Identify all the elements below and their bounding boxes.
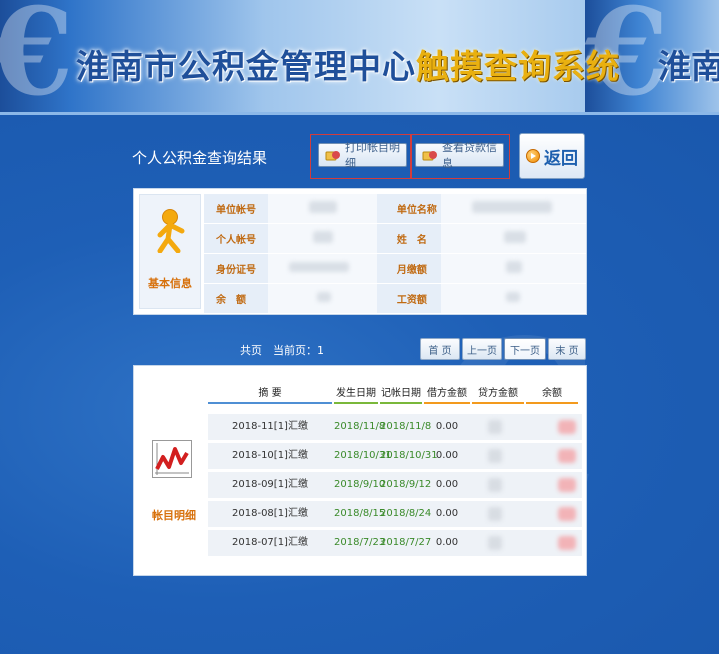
basic-info-table: 单位帐号 单位名称 个人帐号 姓 名 身份证号 月缴额 余 额 工资额	[204, 194, 586, 314]
account-details-sidebar: 帐目明细	[140, 382, 208, 560]
basic-info-label: 基本信息	[148, 277, 192, 290]
table-row: 2018-09[1]汇缴 2018/9/10 2018/9/12 0.00	[208, 472, 582, 501]
row-debit: 0.00	[435, 537, 459, 548]
row-post-date: 2018/10/31	[380, 450, 438, 461]
info-value	[267, 223, 377, 254]
col-debit: 借方金额	[424, 384, 470, 404]
account-details-label: 帐目明细	[152, 509, 196, 522]
info-value	[441, 283, 586, 314]
title-org: 淮南市公积金管理中心	[76, 47, 416, 86]
info-label: 余 额	[204, 283, 268, 314]
back-arrow-icon	[526, 149, 540, 163]
last-page-button[interactable]: 末 页	[548, 338, 586, 360]
prev-page-button[interactable]: 上一页	[462, 338, 502, 360]
info-label: 单位帐号	[204, 194, 268, 224]
row-credit	[488, 420, 502, 434]
row-summary: 2018-08[1]汇缴	[232, 508, 308, 519]
next-page-button[interactable]: 下一页	[504, 338, 546, 360]
info-value	[441, 194, 586, 224]
print-icon	[325, 149, 341, 161]
info-value	[267, 194, 377, 224]
info-row: 身份证号 月缴额	[204, 253, 586, 284]
basic-info-sidebar: 基本信息	[139, 194, 201, 309]
row-post-date: 2018/7/27	[380, 537, 432, 548]
row-credit	[488, 507, 502, 521]
print-details-button[interactable]: 打印帐目明细	[318, 141, 407, 170]
row-summary: 2018-11[1]汇缴	[232, 421, 308, 432]
row-post-date: 2018/8/24	[380, 508, 432, 519]
page-title-repeat: 淮南市	[658, 47, 719, 86]
col-balance: 余额	[526, 384, 578, 404]
info-value	[267, 253, 377, 284]
table-row: 2018-08[1]汇缴 2018/8/15 2018/8/24 0.00	[208, 501, 582, 530]
row-occur-date: 2018/7/23	[334, 537, 386, 548]
row-occur-date: 2018/11/8	[334, 421, 386, 432]
row-balance	[558, 420, 576, 434]
info-row: 单位帐号 单位名称	[204, 194, 586, 224]
info-label: 单位名称	[376, 194, 442, 224]
info-row: 个人帐号 姓 名	[204, 223, 586, 254]
row-debit: 0.00	[435, 450, 459, 461]
loan-icon	[422, 149, 438, 161]
section-title: 个人公积金查询结果	[132, 149, 268, 167]
info-row: 余 额 工资额	[204, 283, 586, 314]
row-debit: 0.00	[435, 508, 459, 519]
row-summary: 2018-09[1]汇缴	[232, 479, 308, 490]
row-debit: 0.00	[435, 479, 459, 490]
col-summary: 摘 要	[208, 384, 332, 404]
table-row: 2018-07[1]汇缴 2018/7/23 2018/7/27 0.00	[208, 530, 582, 559]
print-details-label: 打印帐目明细	[345, 141, 400, 170]
table-row: 2018-11[1]汇缴 2018/11/8 2018/11/8 0.00	[208, 414, 582, 443]
row-balance	[558, 449, 576, 463]
basic-info-panel: 基本信息 单位帐号 单位名称 个人帐号 姓 名 身份证号 月缴额 余 额 工资额	[133, 188, 587, 315]
table-row: 2018-10[1]汇缴 2018/10/31 2018/10/31 0.00	[208, 443, 582, 472]
info-value	[267, 283, 377, 314]
row-credit	[488, 536, 502, 550]
person-icon	[152, 209, 188, 253]
row-balance	[558, 478, 576, 492]
header-banner: € € 淮南市公积金管理中心触摸查询系统 淮南市	[0, 0, 719, 112]
info-value	[441, 253, 586, 284]
info-label: 月缴额	[376, 253, 442, 284]
row-balance	[558, 507, 576, 521]
title-system: 触摸查询系统	[416, 47, 620, 86]
row-post-date: 2018/11/8	[380, 421, 432, 432]
page: € € 淮南市公积金管理中心触摸查询系统 淮南市 € 个人公积金查询结果 打印帐…	[0, 0, 719, 654]
back-button[interactable]: 返回	[519, 133, 585, 179]
line-chart-icon	[152, 440, 192, 478]
row-debit: 0.00	[435, 421, 459, 432]
details-table-header: 摘 要 发生日期 记帐日期 借方金额 贷方金额 余额	[208, 384, 582, 404]
col-post-date: 记帐日期	[380, 384, 422, 404]
info-label: 工资额	[376, 283, 442, 314]
row-post-date: 2018/9/12	[380, 479, 432, 490]
row-occur-date: 2018/10/31	[334, 450, 392, 461]
row-balance	[558, 536, 576, 550]
col-credit: 贷方金额	[472, 384, 524, 404]
info-label: 姓 名	[376, 223, 442, 254]
account-details-panel: 帐目明细 摘 要 发生日期 记帐日期 借方金额 贷方金额 余额 2018-11[…	[133, 365, 587, 576]
col-occur-date: 发生日期	[334, 384, 378, 404]
info-label: 个人帐号	[204, 223, 268, 254]
row-credit	[488, 478, 502, 492]
euro-watermark-icon: €	[0, 0, 74, 112]
row-occur-date: 2018/9/10	[334, 479, 386, 490]
view-loan-button[interactable]: 查看贷款信息	[415, 141, 504, 170]
back-label: 返回	[544, 148, 578, 169]
view-loan-label: 查看贷款信息	[442, 141, 497, 170]
row-summary: 2018-10[1]汇缴	[232, 450, 308, 461]
row-occur-date: 2018/8/15	[334, 508, 386, 519]
page-title: 淮南市公积金管理中心触摸查询系统	[76, 40, 620, 88]
page-count-text: 共页 当前页：1	[240, 344, 324, 357]
info-label: 身份证号	[204, 253, 268, 284]
first-page-button[interactable]: 首 页	[420, 338, 460, 360]
row-credit	[488, 449, 502, 463]
row-summary: 2018-07[1]汇缴	[232, 537, 308, 548]
info-value	[441, 223, 586, 254]
